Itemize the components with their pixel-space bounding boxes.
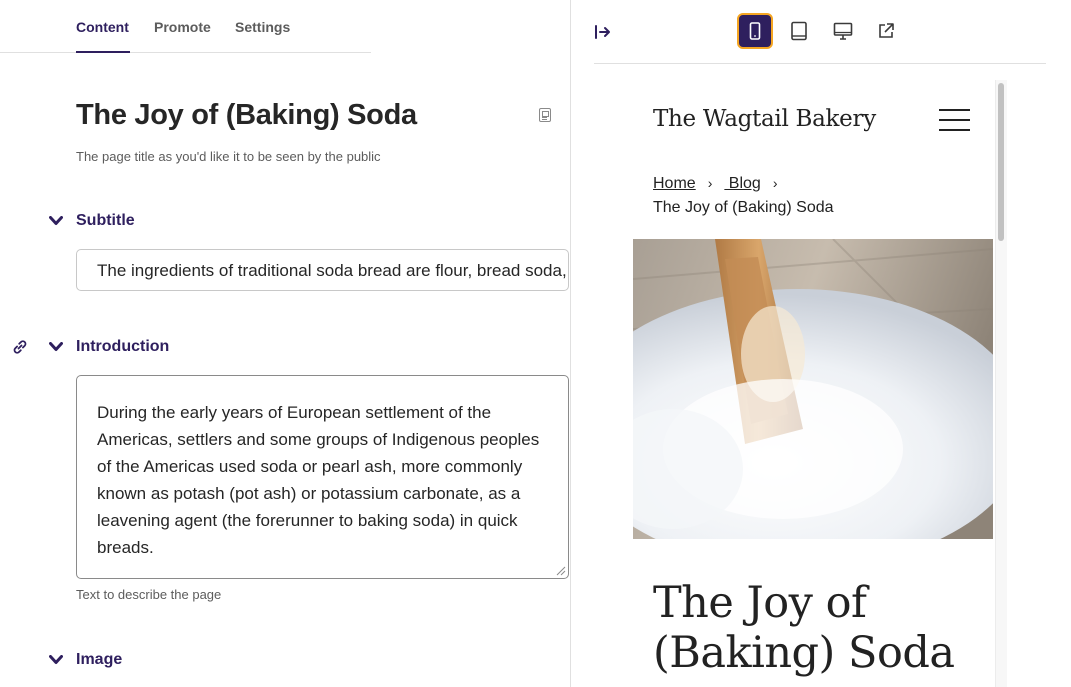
introduction-textarea[interactable]: During the early years of European settl… xyxy=(76,375,569,579)
introduction-help-text: Text to describe the page xyxy=(76,587,222,602)
preview-toolbar-divider xyxy=(594,63,1046,64)
tablet-icon xyxy=(791,21,807,41)
open-in-new-tab-button[interactable] xyxy=(868,13,904,49)
chevron-right-icon: › xyxy=(707,175,713,191)
breadcrumb-home[interactable]: Home xyxy=(653,175,696,192)
title-help-text: The page title as you'd like it to be se… xyxy=(76,149,381,164)
collapse-panel-icon[interactable] xyxy=(594,23,612,41)
hero-image xyxy=(633,239,993,539)
chevron-down-icon[interactable] xyxy=(48,211,64,231)
chevron-right-icon: › xyxy=(772,175,778,191)
app: Content Promote Settings The Joy of (Bak… xyxy=(0,0,1071,687)
breadcrumb-current: The Joy of (Baking) Soda xyxy=(653,199,834,216)
menu-icon[interactable] xyxy=(939,109,970,131)
preview-frame[interactable]: The Wagtail Bakery Home › Blog › The Joy o… xyxy=(633,80,1007,687)
preview-panel: The Wagtail Bakery Home › Blog › The Joy o… xyxy=(571,0,1071,687)
breadcrumb: Home › Blog › The Joy of (Baking) Soda xyxy=(653,171,953,220)
tablet-preview-button[interactable] xyxy=(781,13,817,49)
breadcrumb-blog[interactable]: Blog xyxy=(724,175,761,192)
preview-scrollbar-thumb[interactable] xyxy=(998,83,1004,241)
introduction-label: Introduction xyxy=(76,338,170,355)
resize-grip-icon[interactable] xyxy=(554,564,566,576)
chevron-down-icon[interactable] xyxy=(48,337,64,357)
external-link-icon xyxy=(879,23,894,38)
mobile-preview-button[interactable] xyxy=(737,13,773,49)
link-icon[interactable] xyxy=(12,339,28,355)
character-count-icon[interactable] xyxy=(539,108,551,122)
desktop-icon xyxy=(833,22,853,40)
subtitle-section-header[interactable]: Subtitle xyxy=(48,211,135,231)
subtitle-input[interactable]: The ingredients of traditional soda brea… xyxy=(76,249,569,291)
desktop-preview-button[interactable] xyxy=(825,13,861,49)
mobile-icon xyxy=(749,22,761,40)
editor-panel: Content Promote Settings The Joy of (Bak… xyxy=(0,0,570,687)
image-section-header[interactable]: Image xyxy=(48,650,122,670)
tab-settings[interactable]: Settings xyxy=(235,19,290,53)
introduction-text: During the early years of European settl… xyxy=(97,403,540,557)
page-title-field[interactable]: The Joy of (Baking) Soda xyxy=(76,99,417,132)
subtitle-label: Subtitle xyxy=(76,212,135,229)
tab-promote[interactable]: Promote xyxy=(154,19,211,53)
editor-tabs: Content Promote Settings xyxy=(0,0,371,53)
image-label: Image xyxy=(76,651,123,668)
tab-content[interactable]: Content xyxy=(76,19,130,53)
chevron-down-icon[interactable] xyxy=(48,650,64,670)
introduction-section-header[interactable]: Introduction xyxy=(48,337,169,357)
post-title: The Joy of (Baking) Soda xyxy=(653,578,955,678)
site-name[interactable]: The Wagtail Bakery xyxy=(653,106,876,132)
